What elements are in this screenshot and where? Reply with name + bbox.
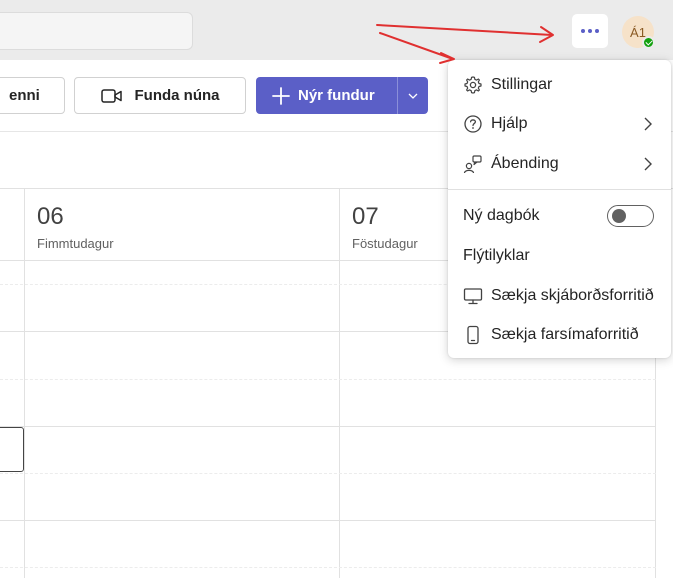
chevron-down-icon bbox=[408, 93, 418, 99]
menu-item-label: Hjálp bbox=[491, 115, 528, 132]
day-name: Fimmtudagur bbox=[37, 236, 114, 251]
toggle-knob bbox=[612, 209, 626, 223]
gear-icon bbox=[463, 75, 483, 95]
phone-icon bbox=[463, 325, 483, 345]
new-meeting-main[interactable]: Nýr fundur bbox=[256, 77, 398, 114]
help-circle-icon bbox=[463, 114, 483, 134]
partial-toolbar-button[interactable]: enni bbox=[0, 77, 65, 114]
day-number: 07 bbox=[352, 203, 379, 230]
menu-item-desktop-app[interactable]: Sækja skjáborðsforritið bbox=[448, 278, 671, 314]
presence-available-icon bbox=[642, 36, 655, 49]
day-name: Föstudagur bbox=[352, 236, 418, 251]
top-bar: Á1 bbox=[0, 0, 673, 60]
menu-item-feedback[interactable]: Ábending bbox=[448, 146, 671, 182]
menu-item-label: Stillingar bbox=[491, 76, 553, 93]
day-number: 06 bbox=[37, 203, 64, 230]
more-options-button[interactable] bbox=[572, 14, 608, 48]
calendar-event[interactable] bbox=[0, 427, 24, 472]
new-meeting-label: Nýr fundur bbox=[298, 87, 375, 104]
menu-item-label: Sækja farsímaforritið bbox=[491, 326, 639, 343]
new-calendar-toggle[interactable] bbox=[607, 205, 654, 227]
new-meeting-button[interactable]: Nýr fundur bbox=[256, 77, 428, 114]
menu-item-mobile-app[interactable]: Sækja farsímaforritið bbox=[448, 317, 671, 353]
menu-item-label: Ný dagbók bbox=[463, 207, 540, 224]
menu-item-help[interactable]: Hjálp bbox=[448, 106, 671, 142]
more-horizontal-icon bbox=[581, 29, 585, 33]
video-camera-icon bbox=[100, 88, 122, 103]
settings-menu: Stillingar Hjálp Ábending Ný dagbók Flýt… bbox=[448, 60, 671, 358]
menu-item-settings[interactable]: Stillingar bbox=[448, 67, 671, 103]
new-meeting-dropdown-button[interactable] bbox=[398, 77, 428, 114]
feedback-icon bbox=[463, 154, 483, 174]
menu-divider bbox=[448, 189, 671, 190]
partial-button-label: enni bbox=[9, 87, 40, 104]
search-box[interactable] bbox=[0, 12, 193, 50]
chevron-right-icon bbox=[644, 157, 652, 171]
chevron-right-icon bbox=[644, 117, 652, 131]
desktop-icon bbox=[463, 286, 483, 306]
plus-icon bbox=[272, 86, 290, 105]
menu-item-label: Ábending bbox=[491, 155, 559, 172]
menu-item-label: Flýtilyklar bbox=[463, 247, 530, 264]
menu-item-shortcuts[interactable]: Flýtilyklar bbox=[448, 238, 671, 274]
meet-now-label: Funda núna bbox=[134, 87, 220, 104]
meet-now-button[interactable]: Funda núna bbox=[74, 77, 246, 114]
menu-item-label: Sækja skjáborðsforritið bbox=[491, 287, 654, 304]
